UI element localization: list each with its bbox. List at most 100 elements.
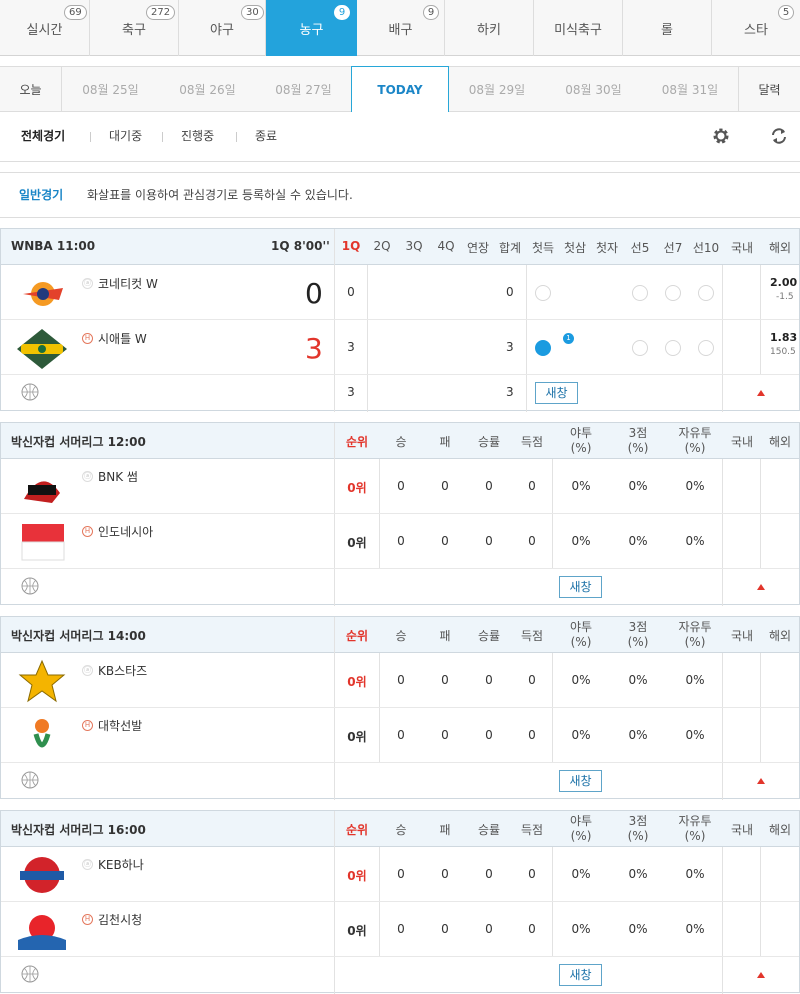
tab-soccer[interactable]: 축구 272 — [90, 0, 179, 56]
count-badge: 30 — [241, 5, 264, 20]
odds-value: 2.00 — [770, 276, 798, 289]
col-domestic: 국내 — [730, 629, 754, 643]
col-3pt: 3점 (%) — [627, 426, 649, 455]
col-win-rate: 승률 — [477, 435, 501, 449]
col-header: 첫득 — [531, 241, 555, 255]
favorite-arrow-icon[interactable] — [757, 390, 765, 396]
tab-lol[interactable]: 롤 — [623, 0, 712, 56]
stat-percent: 0% — [571, 867, 591, 881]
filter-all[interactable]: 전체경기 — [21, 112, 65, 160]
total-line-value: 150.5 — [770, 347, 796, 357]
col-header: 2Q — [373, 239, 391, 253]
date-item[interactable]: 08월 29일 — [449, 67, 545, 111]
basketball-icon — [21, 965, 39, 983]
race-marker — [632, 285, 648, 301]
game-status: 1Q 8'00'' — [271, 239, 330, 253]
date-item[interactable]: 08월 26일 — [159, 67, 256, 111]
col-header: 선5 — [630, 241, 650, 255]
team-name: KEB하나 — [98, 858, 144, 872]
filter-in-progress[interactable]: 진행중 — [181, 112, 214, 160]
race-marker — [632, 340, 648, 356]
odds-value: 1.83 — [770, 331, 798, 344]
col-wins: 승 — [395, 823, 407, 837]
team-logo — [18, 659, 66, 703]
date-item[interactable]: 08월 31일 — [642, 67, 738, 111]
col-points: 득점 — [520, 823, 544, 837]
new-window-button[interactable]: 새창 — [559, 770, 602, 792]
divider — [236, 132, 237, 142]
race-marker — [665, 285, 681, 301]
date-item[interactable]: 08월 25일 — [62, 67, 159, 111]
filter-bar: 전체경기 대기중 진행중 종료 — [0, 112, 800, 162]
team-row: ⓐ KEB하나 0위 0 0 0 0 0% 0% 0% — [1, 847, 799, 901]
team-logo — [24, 481, 60, 503]
col-header: 선10 — [692, 241, 720, 255]
tab-baseball[interactable]: 야구 30 — [179, 0, 266, 56]
col-domestic: 국내 — [730, 823, 754, 837]
col-header: 첫삼 — [563, 241, 587, 255]
date-item[interactable]: 08월 30일 — [545, 67, 642, 111]
stat-value: 0 — [528, 534, 536, 548]
stat-percent: 0% — [571, 673, 591, 687]
stat-value: 0 — [485, 728, 493, 742]
date-item[interactable]: 08월 27일 — [256, 67, 351, 111]
col-wins: 승 — [395, 435, 407, 449]
tab-basketball[interactable]: 농구 9 — [266, 0, 357, 56]
calendar-link[interactable]: 달력 — [738, 67, 800, 111]
col-losses: 패 — [439, 823, 451, 837]
col-header: 합계 — [498, 241, 522, 255]
stat-value: 0 — [485, 922, 493, 936]
stat-value: 0 — [528, 728, 536, 742]
stat-percent: 0% — [571, 728, 591, 742]
date-today-active[interactable]: TODAY — [351, 66, 449, 112]
col-header: 해외 — [768, 241, 792, 255]
home-badge: H — [82, 720, 93, 731]
team-row: H 대학선발 0위 0 0 0 0 0% 0% 0% — [1, 708, 799, 762]
stat-percent: 0% — [628, 673, 648, 687]
stat-percent: 0% — [628, 534, 648, 548]
tab-hockey[interactable]: 하키 — [445, 0, 534, 56]
col-win-rate: 승률 — [477, 823, 501, 837]
team-name: 김천시청 — [98, 913, 143, 927]
notice-label: 일반경기 — [19, 188, 64, 202]
team-name: 인도네시아 — [98, 525, 154, 539]
stat-value: 0 — [485, 534, 493, 548]
stat-value: 0 — [528, 867, 536, 881]
favorite-arrow-icon[interactable] — [757, 778, 765, 784]
col-fg: 야투 (%) — [569, 814, 593, 843]
stat-value: 0 — [397, 673, 405, 687]
tab-football[interactable]: 미식축구 — [534, 0, 623, 56]
stat-percent: 0% — [685, 534, 705, 548]
stat-percent: 0% — [628, 922, 648, 936]
total-score: 3 — [506, 340, 514, 354]
total-score: 0 — [506, 285, 514, 299]
col-header: 1Q — [341, 239, 361, 253]
gear-icon[interactable] — [712, 127, 730, 145]
team-row: H 인도네시아 0위 0 0 0 0 0% 0% 0% — [1, 514, 799, 568]
count-badge: 272 — [146, 5, 176, 20]
new-window-button[interactable]: 새창 — [559, 964, 602, 986]
new-window-button[interactable]: 새창 — [559, 576, 602, 598]
tab-starcraft[interactable]: 스타 5 — [712, 0, 800, 56]
stat-value: 0 — [441, 479, 449, 493]
stat-percent: 0% — [685, 922, 705, 936]
col-ft: 자유투 (%) — [678, 620, 712, 649]
col-header: 첫자 — [595, 241, 619, 255]
tab-live[interactable]: 실시간 69 — [0, 0, 90, 56]
tab-volleyball[interactable]: 배구 9 — [357, 0, 445, 56]
home-badge: H — [82, 526, 93, 537]
col-overseas: 해외 — [768, 823, 792, 837]
refresh-icon[interactable] — [770, 127, 788, 145]
col-header: 국내 — [730, 241, 754, 255]
favorite-arrow-icon[interactable] — [757, 584, 765, 590]
team-logo — [33, 719, 51, 748]
stat-percent: 0% — [571, 479, 591, 493]
league-title: 박신자컵 서머리그 12:00 — [11, 435, 146, 449]
favorite-arrow-icon[interactable] — [757, 972, 765, 978]
filter-finished[interactable]: 종료 — [255, 112, 277, 160]
filter-waiting[interactable]: 대기중 — [109, 112, 142, 160]
q1-score: 3 — [347, 340, 355, 354]
new-window-button[interactable]: 새창 — [535, 382, 578, 404]
date-today-link[interactable]: 오늘 — [0, 67, 62, 111]
count-badge: 5 — [778, 5, 794, 20]
